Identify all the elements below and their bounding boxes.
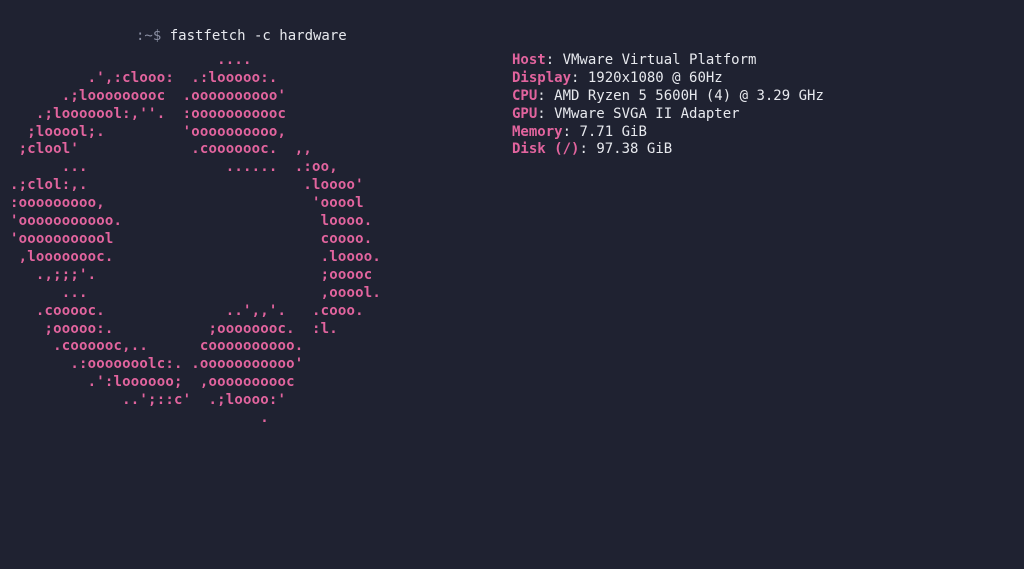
info-gpu: GPU: VMware SVGA II Adapter bbox=[512, 106, 1024, 124]
info-column: Host: VMware Virtual Platform Display: 1… bbox=[500, 52, 1024, 428]
ascii-logo: .... .',:clooo: .:looooo:. .;looooooooc … bbox=[10, 52, 500, 428]
prompt-prefix: :~$ bbox=[136, 28, 170, 44]
value-disk: 97.38 GiB bbox=[596, 141, 672, 157]
info-host: Host: VMware Virtual Platform bbox=[512, 52, 1024, 70]
label-host: Host bbox=[512, 52, 546, 68]
fastfetch-output: .... .',:clooo: .:looooo:. .;looooooooc … bbox=[0, 52, 1024, 428]
shell-prompt: :~$ fastfetch -c hardware bbox=[136, 28, 1024, 46]
info-memory: Memory: 7.71 GiB bbox=[512, 124, 1024, 142]
value-gpu: VMware SVGA II Adapter bbox=[554, 106, 739, 122]
info-disk: Disk (/): 97.38 GiB bbox=[512, 141, 1024, 159]
label-cpu: CPU bbox=[512, 88, 537, 104]
label-display: Display bbox=[512, 70, 571, 86]
info-display: Display: 1920x1080 @ 60Hz bbox=[512, 70, 1024, 88]
value-host: VMware Virtual Platform bbox=[563, 52, 757, 68]
paren-disk: (/) bbox=[554, 141, 579, 157]
value-memory: 7.71 GiB bbox=[579, 124, 646, 140]
ascii-column: .... .',:clooo: .:looooo:. .;looooooooc … bbox=[0, 52, 500, 428]
info-cpu: CPU: AMD Ryzen 5 5600H (4) @ 3.29 GHz bbox=[512, 88, 1024, 106]
value-cpu: AMD Ryzen 5 5600H (4) @ 3.29 GHz bbox=[554, 88, 824, 104]
label-gpu: GPU bbox=[512, 106, 537, 122]
label-memory: Memory bbox=[512, 124, 563, 140]
prompt-command: fastfetch -c hardware bbox=[170, 28, 347, 44]
value-display: 1920x1080 @ 60Hz bbox=[588, 70, 723, 86]
label-disk: Disk bbox=[512, 141, 546, 157]
